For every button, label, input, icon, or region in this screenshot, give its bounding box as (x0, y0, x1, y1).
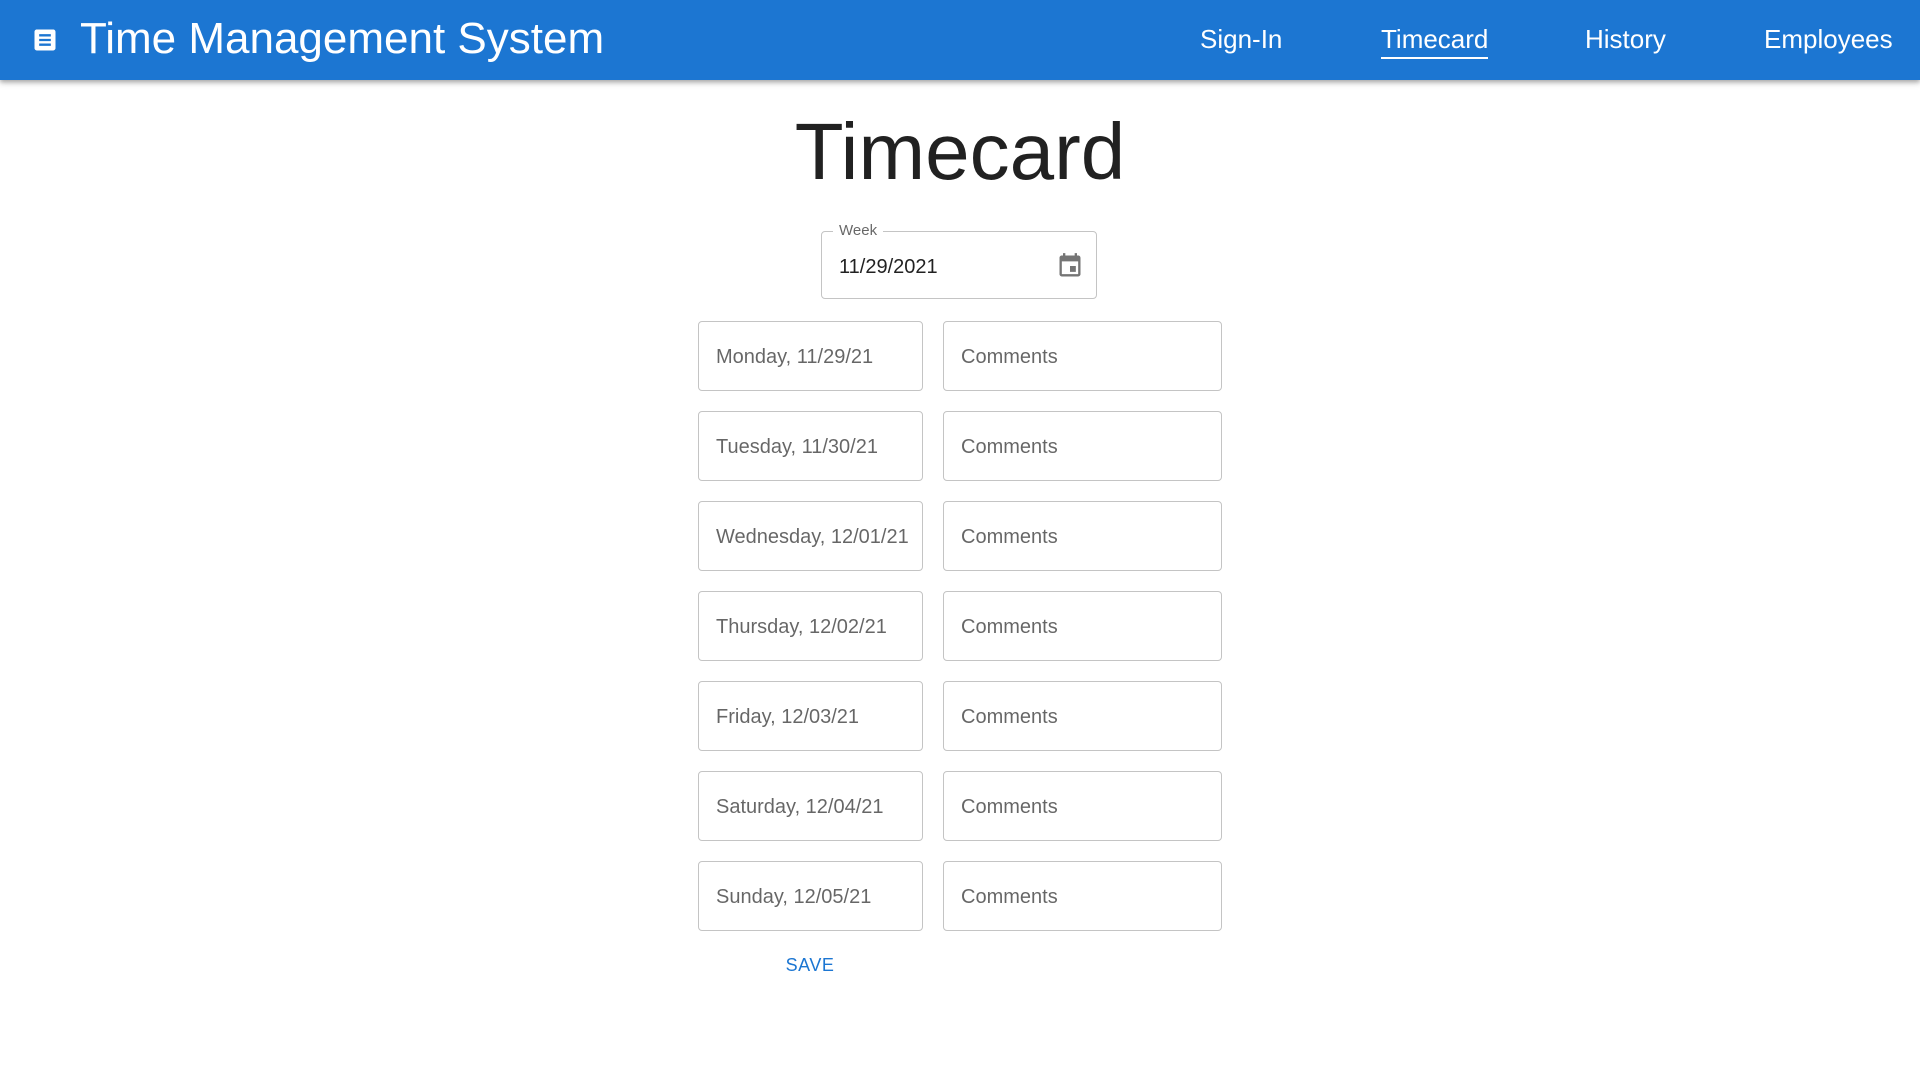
day-hours-input[interactable]: Wednesday, 12/01/21 (698, 501, 923, 571)
comments-placeholder: Comments (961, 436, 1058, 458)
day-hours-input[interactable]: Saturday, 12/04/21 (698, 771, 923, 841)
day-comments-input[interactable]: Comments (943, 681, 1222, 751)
nav-timecard[interactable]: Timecard (1381, 22, 1489, 59)
comments-placeholder: Comments (961, 886, 1058, 908)
day-hours-placeholder: Monday, 11/29/21 (716, 346, 874, 368)
day-hours-placeholder: Friday, 12/03/21 (716, 706, 860, 728)
day-hours-placeholder: Sunday, 12/05/21 (716, 886, 872, 908)
nav-sign-in[interactable]: Sign-In (1200, 22, 1282, 56)
day-hours-input[interactable]: Thursday, 12/02/21 (698, 591, 923, 661)
nav-employees[interactable]: Employees (1764, 22, 1893, 56)
week-label: Week (833, 222, 884, 240)
comments-placeholder: Comments (961, 616, 1058, 638)
day-hours-input[interactable]: Sunday, 12/05/21 (698, 861, 923, 931)
day-comments-input[interactable]: Comments (943, 411, 1222, 481)
comments-placeholder: Comments (961, 526, 1058, 548)
day-hours-input[interactable]: Friday, 12/03/21 (698, 681, 923, 751)
comments-placeholder: Comments (961, 706, 1058, 728)
day-hours-input[interactable]: Tuesday, 11/30/21 (698, 411, 923, 481)
day-hours-placeholder: Wednesday, 12/01/21 (716, 526, 909, 548)
day-hours-placeholder: Saturday, 12/04/21 (716, 796, 884, 818)
week-value[interactable]: 11/29/2021 (839, 255, 938, 279)
day-comments-input[interactable]: Comments (943, 861, 1222, 931)
day-comments-input[interactable]: Comments (943, 591, 1222, 661)
comments-placeholder: Comments (961, 796, 1058, 818)
page-title: Timecard (794, 107, 1126, 196)
day-comments-input[interactable]: Comments (943, 501, 1222, 571)
week-date-field[interactable]: Week 11/29/2021 (821, 222, 1097, 299)
save-button[interactable]: SAVE (760, 947, 860, 983)
calendar-icon[interactable] (1056, 252, 1084, 280)
day-hours-placeholder: Thursday, 12/02/21 (716, 616, 887, 638)
nav-history[interactable]: History (1585, 22, 1666, 56)
day-hours-placeholder: Tuesday, 11/30/21 (716, 436, 878, 458)
description-icon[interactable] (31, 26, 59, 54)
day-comments-input[interactable]: Comments (943, 771, 1222, 841)
app-bar: Time Management System Sign-In Timecard … (0, 0, 1920, 80)
day-hours-input[interactable]: Monday, 11/29/21 (698, 321, 923, 391)
app-title: Time Management System (80, 14, 605, 63)
comments-placeholder: Comments (961, 346, 1058, 368)
day-comments-input[interactable]: Comments (943, 321, 1222, 391)
